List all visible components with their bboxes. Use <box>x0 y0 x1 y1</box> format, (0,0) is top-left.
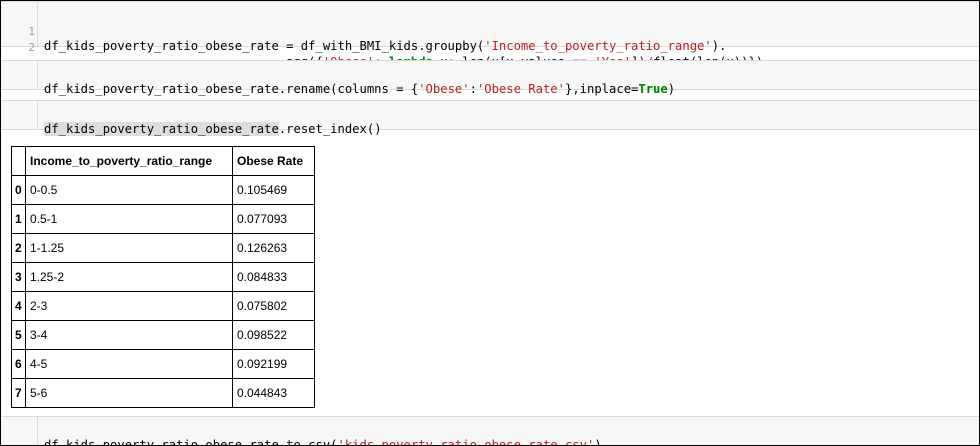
code-cell-rename[interactable]: df_kids_poverty_ratio_obese_rate.rename(… <box>1 60 979 96</box>
code-token: 'Obese Rate' <box>476 82 565 96</box>
table-row: 3 1.25-2 0.084833 <box>11 262 315 292</box>
table-row: 2 1-1.25 0.126263 <box>11 233 315 263</box>
line-number: 2 <box>28 41 35 54</box>
column-header-range: Income_to_poverty_ratio_range <box>25 146 233 176</box>
code-token: 'Obese' <box>418 82 470 96</box>
code-token: },inplace= <box>565 82 639 96</box>
range-cell: 2-3 <box>25 291 233 321</box>
rate-cell: 0.084833 <box>232 262 315 292</box>
table-row: 6 4-5 0.092199 <box>11 349 315 379</box>
code-line: 1 df_kids_poverty_ratio_obese_rate = df_… <box>1 9 979 53</box>
range-cell: 0.5-1 <box>25 204 233 234</box>
code-token: df_kids_poverty_ratio_obese_rate <box>44 122 279 136</box>
code-cell-reset-index[interactable]: df_kids_poverty_ratio_obese_rate.reset_i… <box>1 100 979 136</box>
range-cell: 1.25-2 <box>25 262 233 292</box>
rate-cell: 0.126263 <box>232 233 315 263</box>
code-line: df_kids_poverty_ratio_obese_rate.to_csv(… <box>1 423 979 445</box>
range-cell: 3-4 <box>25 320 233 350</box>
table-row: 7 5-6 0.044843 <box>11 378 315 408</box>
code-token: : <box>469 82 477 96</box>
table-row: 5 3-4 0.098522 <box>11 320 315 350</box>
rate-cell: 0.092199 <box>232 349 315 379</box>
row-index: 5 <box>11 320 26 350</box>
code-line: df_kids_poverty_ratio_obese_rate.rename(… <box>1 67 979 96</box>
rate-cell: 0.105469 <box>232 175 315 205</box>
code-text: df_kids_poverty_ratio_obese_rate.to_csv(… <box>44 438 602 446</box>
rate-cell: 0.075802 <box>232 291 315 321</box>
row-index: 6 <box>11 349 26 379</box>
row-index: 1 <box>11 204 26 234</box>
code-text: df_kids_poverty_ratio_obese_rate.reset_i… <box>44 122 382 137</box>
rate-cell: 0.044843 <box>232 378 315 408</box>
row-index: 7 <box>11 378 26 408</box>
code-token: df_kids_poverty_ratio_obese_rate.rename(… <box>44 82 419 96</box>
index-header <box>11 146 26 176</box>
column-header-obese-rate: Obese Rate <box>232 146 315 176</box>
code-token: True <box>638 82 668 96</box>
code-token: ) <box>594 438 602 446</box>
code-cell-to-csv[interactable]: df_kids_poverty_ratio_obese_rate.to_csv(… <box>1 416 979 445</box>
range-cell: 1-1.25 <box>25 233 233 263</box>
code-line: df_kids_poverty_ratio_obese_rate.reset_i… <box>1 107 979 136</box>
range-cell: 0-0.5 <box>25 175 233 205</box>
code-cell-groupby[interactable]: 1 df_kids_poverty_ratio_obese_rate = df_… <box>1 1 979 69</box>
rate-cell: 0.077093 <box>232 204 315 234</box>
code-token: 'Income_to_poverty_ratio_range' <box>484 39 712 53</box>
range-cell: 4-5 <box>25 349 233 379</box>
table-row: 4 2-3 0.075802 <box>11 291 315 321</box>
range-cell: 5-6 <box>25 378 233 408</box>
code-token: ) <box>667 82 676 96</box>
row-index: 4 <box>11 291 26 321</box>
table-row: 1 0.5-1 0.077093 <box>11 204 315 234</box>
code-text: df_kids_poverty_ratio_obese_rate = df_wi… <box>44 39 726 54</box>
code-token: .reset_index() <box>278 122 382 136</box>
notebook-frame: 1 df_kids_poverty_ratio_obese_rate = df_… <box>0 0 980 446</box>
row-index: 0 <box>11 175 26 205</box>
code-line: 2 agg({'Obese': lambda x: len(x[x.values… <box>1 25 979 69</box>
row-index: 2 <box>11 233 26 263</box>
code-text: df_kids_poverty_ratio_obese_rate.rename(… <box>44 82 675 97</box>
code-token: 'kids_poverty_ratio_obese_rate.csv' <box>337 438 595 446</box>
code-token: df_kids_poverty_ratio_obese_rate.to_csv( <box>44 438 338 446</box>
row-index: 3 <box>11 262 26 292</box>
code-token: ). <box>711 39 727 53</box>
rate-cell: 0.098522 <box>232 320 315 350</box>
dataframe-output-table: Income_to_poverty_ratio_range Obese Rate… <box>11 146 315 408</box>
table-row: 0 0-0.5 0.105469 <box>11 175 315 205</box>
table-header-row: Income_to_poverty_ratio_range Obese Rate <box>11 146 315 176</box>
code-token: df_kids_poverty_ratio_obese_rate = df_wi… <box>44 39 485 53</box>
